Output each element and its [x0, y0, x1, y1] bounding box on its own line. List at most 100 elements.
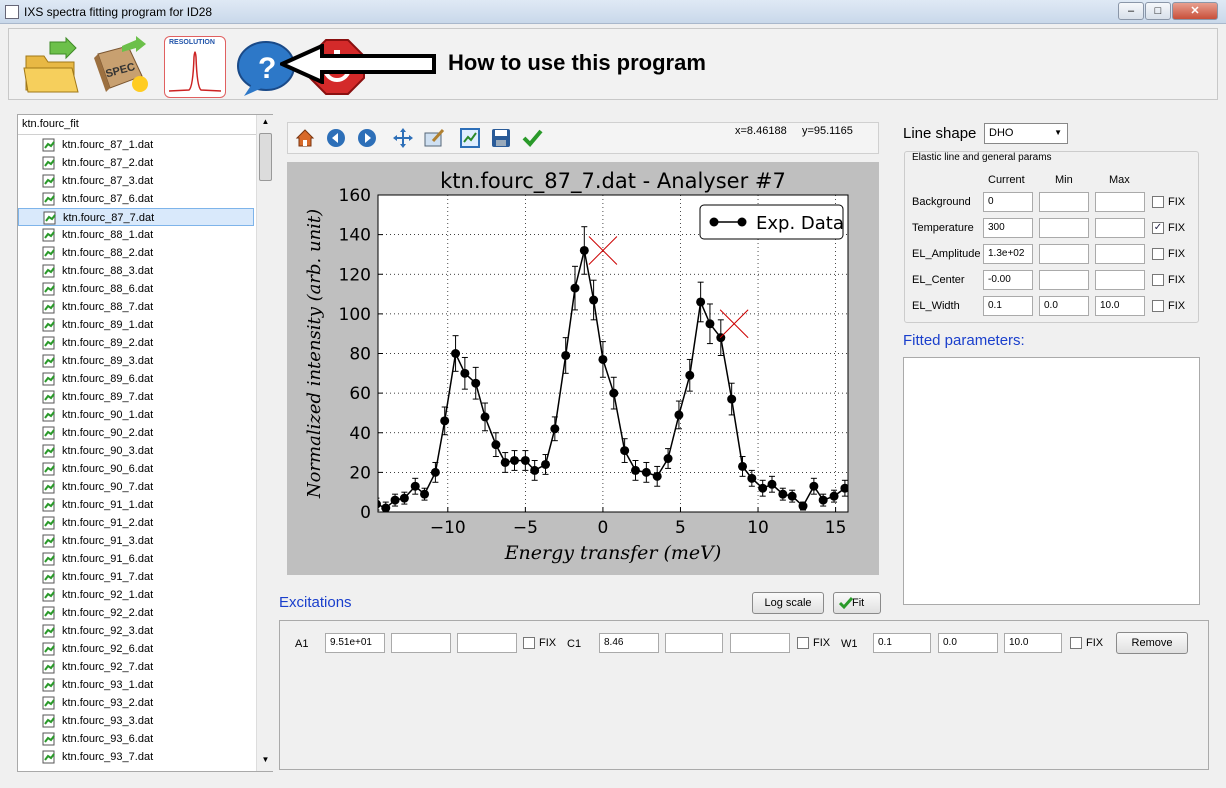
- file-list-item[interactable]: ktn.fourc_88_1.dat: [18, 226, 256, 244]
- scroll-down-icon[interactable]: ▼: [259, 755, 272, 769]
- file-list-item[interactable]: ktn.fourc_93_1.dat: [18, 676, 256, 694]
- open-folder-icon[interactable]: [20, 36, 82, 98]
- param-4-current-input[interactable]: 0.1: [983, 296, 1033, 316]
- param-0-min-input[interactable]: [1039, 192, 1089, 212]
- param-4-fix-checkbox[interactable]: [1152, 300, 1164, 312]
- forward-arrow-icon[interactable]: [356, 127, 378, 149]
- save-icon[interactable]: [490, 127, 512, 149]
- file-list-item[interactable]: ktn.fourc_88_2.dat: [18, 244, 256, 262]
- param-2-min-input[interactable]: [1039, 244, 1089, 264]
- file-list-item[interactable]: ktn.fourc_91_1.dat: [18, 496, 256, 514]
- file-list-item[interactable]: ktn.fourc_89_6.dat: [18, 370, 256, 388]
- pan-icon[interactable]: [392, 127, 414, 149]
- param-3-current-input[interactable]: -0.00: [983, 270, 1033, 290]
- remove-button[interactable]: Remove: [1116, 632, 1188, 654]
- a1-value-input[interactable]: 9.51e+01: [325, 633, 385, 653]
- w1-value-input[interactable]: 0.1: [873, 633, 931, 653]
- param-3-max-input[interactable]: [1095, 270, 1145, 290]
- scroll-thumb[interactable]: [259, 133, 272, 181]
- file-list-item[interactable]: ktn.fourc_93_7.dat: [18, 748, 256, 766]
- file-list-item[interactable]: ktn.fourc_92_1.dat: [18, 586, 256, 604]
- param-0-fix-checkbox[interactable]: [1152, 196, 1164, 208]
- file-list-item[interactable]: ktn.fourc_92_7.dat: [18, 658, 256, 676]
- param-1-current-input[interactable]: 300: [983, 218, 1033, 238]
- checkmark-icon[interactable]: [521, 127, 543, 149]
- file-list-item[interactable]: ktn.fourc_88_3.dat: [18, 262, 256, 280]
- scrollbar[interactable]: ▲ ▼: [256, 115, 273, 771]
- file-list-item[interactable]: ktn.fourc_90_6.dat: [18, 460, 256, 478]
- back-arrow-icon[interactable]: [325, 127, 347, 149]
- file-list-item[interactable]: ktn.fourc_92_6.dat: [18, 640, 256, 658]
- plot-canvas[interactable]: −10 −5 0 5 10 15 0 20 40 60 80 100 120 140 160 ktn.four…: [287, 162, 879, 575]
- minimize-button[interactable]: –: [1118, 2, 1144, 20]
- w1-fix-checkbox[interactable]: [1070, 637, 1082, 649]
- file-list-item[interactable]: ktn.fourc_93_3.dat: [18, 712, 256, 730]
- y-axis-label: Normalized intensity (arb. unit): [304, 209, 325, 499]
- file-name: ktn.fourc_90_2.dat: [62, 427, 154, 439]
- file-list-item[interactable]: ktn.fourc_89_1.dat: [18, 316, 256, 334]
- param-1-max-input[interactable]: [1095, 218, 1145, 238]
- file-list-item[interactable]: ktn.fourc_89_7.dat: [18, 388, 256, 406]
- c1-fix-checkbox[interactable]: [797, 637, 809, 649]
- log-scale-button[interactable]: Log scale: [752, 592, 824, 614]
- scroll-up-icon[interactable]: ▲: [259, 117, 272, 131]
- home-icon[interactable]: [294, 127, 316, 149]
- file-name: ktn.fourc_89_3.dat: [62, 355, 154, 367]
- param-2-current-input[interactable]: 1.3e+02: [983, 244, 1033, 264]
- a1-min-input[interactable]: [391, 633, 451, 653]
- param-4-min-input[interactable]: 0.0: [1039, 296, 1089, 316]
- file-list-item[interactable]: ktn.fourc_88_6.dat: [18, 280, 256, 298]
- file-list-item[interactable]: ktn.fourc_90_7.dat: [18, 478, 256, 496]
- spec-file-icon[interactable]: SPEC: [92, 36, 154, 98]
- param-3-min-input[interactable]: [1039, 270, 1089, 290]
- param-1-min-input[interactable]: [1039, 218, 1089, 238]
- file-name: ktn.fourc_90_3.dat: [62, 445, 154, 457]
- file-list-item[interactable]: ktn.fourc_88_7.dat: [18, 298, 256, 316]
- file-list-item[interactable]: ktn.fourc_87_1.dat: [18, 136, 256, 154]
- file-list-item[interactable]: ktn.fourc_89_2.dat: [18, 334, 256, 352]
- chart[interactable]: −10 −5 0 5 10 15 0 20 40 60 80 100 120 140 160 ktn.four…: [287, 162, 879, 575]
- file-list-item[interactable]: ktn.fourc_87_2.dat: [18, 154, 256, 172]
- maximize-button[interactable]: □: [1145, 2, 1171, 20]
- file-list-item[interactable]: ktn.fourc_92_2.dat: [18, 604, 256, 622]
- file-name: ktn.fourc_87_7.dat: [63, 212, 155, 224]
- file-list-item[interactable]: ktn.fourc_91_7.dat: [18, 568, 256, 586]
- zoom-fit-icon[interactable]: [459, 127, 481, 149]
- file-list-item[interactable]: ktn.fourc_87_6.dat: [18, 190, 256, 208]
- file-list-item[interactable]: ktn.fourc_90_3.dat: [18, 442, 256, 460]
- file-list-item[interactable]: ktn.fourc_93_6.dat: [18, 730, 256, 748]
- w1-max-input[interactable]: 10.0: [1004, 633, 1062, 653]
- file-list-item[interactable]: ktn.fourc_91_6.dat: [18, 550, 256, 568]
- file-list[interactable]: ktn.fourc_87_1.dat ktn.fourc_87_2.dat ktn.…: [18, 136, 256, 772]
- configure-icon[interactable]: [423, 127, 445, 149]
- fitted-parameters-box[interactable]: [903, 357, 1200, 605]
- c1-max-input[interactable]: [730, 633, 790, 653]
- param-3-fix-checkbox[interactable]: [1152, 274, 1164, 286]
- c1-min-input[interactable]: [665, 633, 723, 653]
- close-button[interactable]: ✕: [1172, 2, 1218, 20]
- file-list-item[interactable]: ktn.fourc_91_2.dat: [18, 514, 256, 532]
- w1-min-input[interactable]: 0.0: [938, 633, 998, 653]
- file-list-item[interactable]: ktn.fourc_90_2.dat: [18, 424, 256, 442]
- file-list-item[interactable]: ktn.fourc_91_3.dat: [18, 532, 256, 550]
- param-4-max-input[interactable]: 10.0: [1095, 296, 1145, 316]
- file-name: ktn.fourc_88_1.dat: [62, 229, 154, 241]
- param-1-fix-checkbox[interactable]: ✓: [1152, 222, 1164, 234]
- file-list-item[interactable]: ktn.fourc_90_1.dat: [18, 406, 256, 424]
- fit-button[interactable]: Fit: [833, 592, 881, 614]
- a1-fix-checkbox[interactable]: [523, 637, 535, 649]
- file-list-item[interactable]: ktn.fourc_87_3.dat: [18, 172, 256, 190]
- file-list-item[interactable]: ktn.fourc_89_3.dat: [18, 352, 256, 370]
- param-2-fix-checkbox[interactable]: [1152, 248, 1164, 260]
- data-point: [460, 368, 470, 378]
- param-2-max-input[interactable]: [1095, 244, 1145, 264]
- file-list-item[interactable]: ktn.fourc_93_2.dat: [18, 694, 256, 712]
- file-list-item[interactable]: ktn.fourc_87_7.dat: [18, 208, 254, 226]
- resolution-icon[interactable]: RESOLUTION: [164, 36, 226, 98]
- file-list-item[interactable]: ktn.fourc_92_3.dat: [18, 622, 256, 640]
- param-0-current-input[interactable]: 0: [983, 192, 1033, 212]
- param-0-max-input[interactable]: [1095, 192, 1145, 212]
- a1-max-input[interactable]: [457, 633, 517, 653]
- c1-value-input[interactable]: 8.46: [599, 633, 659, 653]
- lineshape-select[interactable]: DHO ▼: [984, 123, 1068, 144]
